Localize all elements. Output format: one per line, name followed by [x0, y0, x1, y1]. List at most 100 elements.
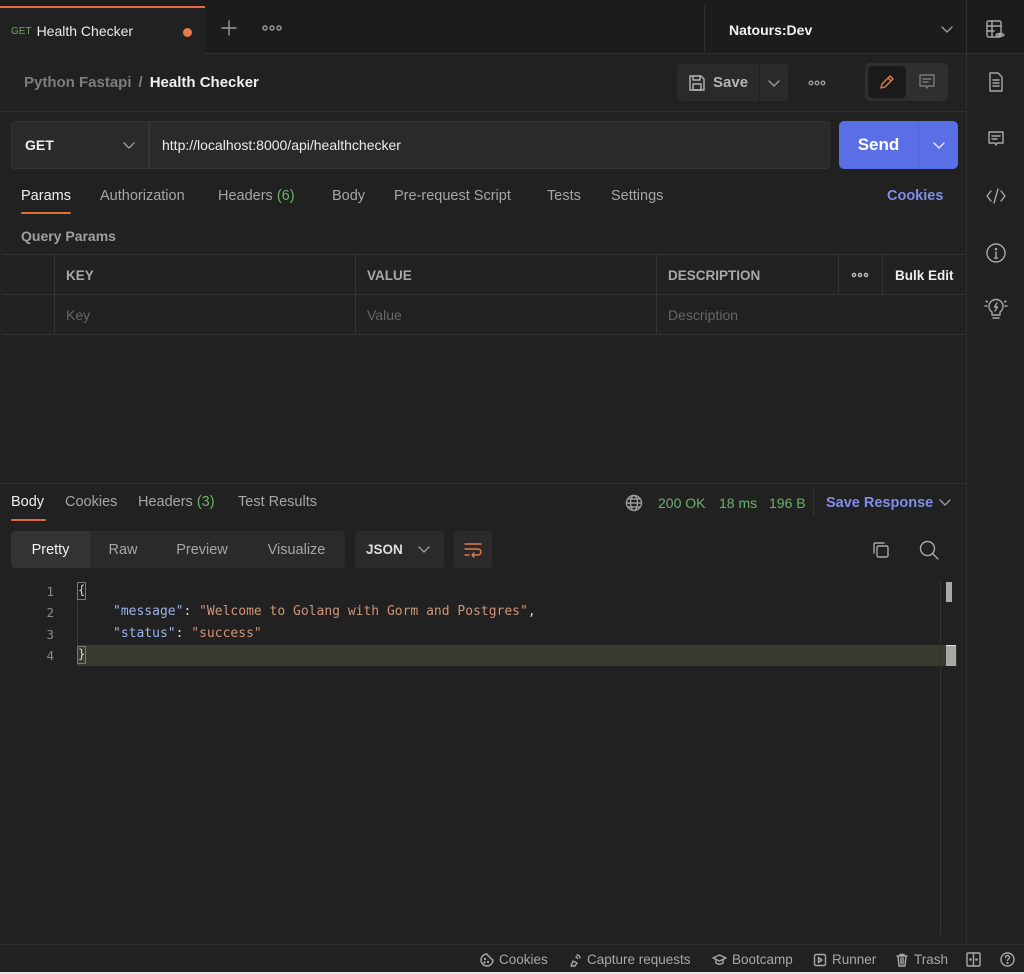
code-line: "message": "Welcome to Golang with Gorm …	[113, 604, 536, 619]
cookies-link[interactable]: Cookies	[887, 188, 943, 204]
url-input[interactable]: http://localhost:8000/api/healthchecker	[149, 121, 830, 169]
pane-resize-handle[interactable]	[0, 483, 966, 484]
tab-label: Body	[11, 494, 45, 510]
response-time[interactable]: 18 ms	[719, 495, 757, 511]
save-disk-icon	[689, 74, 705, 91]
bulk-edit-button[interactable]: Bulk Edit	[882, 255, 966, 295]
breadcrumb-collection[interactable]: Python Fastapi	[24, 74, 132, 91]
breadcrumb-separator: /	[138, 74, 143, 91]
view-pretty-button[interactable]: Pretty	[11, 531, 90, 568]
comment-mode-button[interactable]	[908, 66, 946, 98]
indent-guide	[77, 601, 78, 645]
json-punctuation: ,	[527, 604, 536, 619]
breadcrumb: Python Fastapi / Health Checker	[24, 74, 259, 91]
breadcrumb-request-name[interactable]: Health Checker	[150, 74, 259, 91]
query-params-table: KEY VALUE DESCRIPTION Bulk Edit Key Valu…	[2, 254, 966, 335]
tab-pre-request-script[interactable]: Pre-request Script	[394, 188, 511, 204]
request-more-options-button[interactable]	[803, 72, 831, 94]
tab-authorization[interactable]: Authorization	[100, 188, 185, 204]
comment-icon	[988, 131, 1004, 146]
description-input[interactable]: Description	[656, 295, 966, 335]
tab-label: Cookies	[65, 494, 118, 510]
tab-method-badge: GET	[11, 25, 32, 37]
bootcamp-button[interactable]: Bootcamp	[712, 952, 793, 967]
save-response-button[interactable]: Save Response	[826, 495, 933, 511]
environment-select[interactable]: Natours:Dev	[704, 6, 966, 54]
tab-label: Headers	[138, 494, 193, 510]
tab-label: Tests	[547, 188, 581, 204]
new-tab-button[interactable]	[218, 17, 240, 39]
search-button[interactable]	[918, 539, 940, 564]
code-line: {	[77, 582, 86, 600]
tab-tests[interactable]: Tests	[547, 188, 581, 204]
active-line-highlight	[77, 645, 957, 666]
save-button[interactable]: Save	[677, 64, 759, 101]
response-format-select[interactable]: JSON	[355, 531, 444, 568]
tab-settings[interactable]: Settings	[611, 188, 663, 204]
documentation-button[interactable]	[984, 70, 1008, 94]
statusbar-cookies-button[interactable]: Cookies	[480, 952, 548, 967]
json-string-value: "Welcome to Golang with Gorm and Postgre…	[199, 604, 528, 619]
network-info-button[interactable]	[625, 494, 643, 515]
copy-button[interactable]	[870, 539, 892, 564]
ellipsis-icon	[808, 80, 826, 86]
response-tab-test-results[interactable]: Test Results	[238, 494, 317, 510]
capture-requests-button[interactable]: Capture requests	[568, 952, 691, 967]
statusbar-label: Cookies	[499, 952, 548, 967]
column-options-button[interactable]	[838, 255, 882, 295]
right-sidebar	[966, 0, 1024, 944]
editor-scrollbar-thumb[interactable]	[946, 582, 952, 602]
code-snippet-button[interactable]	[984, 184, 1008, 208]
response-tab-body[interactable]: Body	[11, 494, 44, 510]
send-options-dropdown[interactable]	[919, 121, 958, 169]
document-icon	[989, 72, 1003, 92]
wrap-lines-button[interactable]	[454, 531, 492, 568]
request-tab-health-checker[interactable]: GET Health Checker	[0, 6, 205, 54]
response-tab-cookies[interactable]: Cookies	[65, 494, 117, 510]
trash-button[interactable]: Trash	[895, 952, 948, 967]
chevron-down-icon	[418, 546, 430, 553]
play-icon	[813, 953, 827, 966]
http-method-select[interactable]: GET	[11, 121, 149, 169]
capture-icon	[570, 953, 581, 967]
view-visualize-button[interactable]: Visualize	[248, 531, 345, 568]
info-button[interactable]	[984, 241, 1008, 265]
ellipsis-icon	[851, 272, 869, 278]
lightbulb-icon	[984, 298, 1008, 319]
send-button[interactable]: Send	[839, 121, 919, 169]
save-response-dropdown[interactable]	[938, 495, 952, 512]
line-number: 4	[46, 648, 54, 663]
table-header-row: KEY VALUE DESCRIPTION Bulk Edit	[2, 255, 966, 295]
save-options-dropdown[interactable]	[760, 64, 788, 101]
statusbar-label: Capture requests	[587, 952, 691, 967]
editor-scrollbar-track[interactable]	[940, 580, 941, 935]
statusbar-label: Runner	[832, 952, 877, 967]
line-number: 3	[46, 627, 54, 642]
environment-quick-look-button[interactable]	[984, 18, 1008, 42]
comments-button[interactable]	[984, 127, 1008, 151]
two-pane-view-button[interactable]	[966, 952, 986, 967]
help-button[interactable]	[1000, 952, 1020, 967]
tab-params[interactable]: Params	[21, 188, 71, 204]
view-raw-button[interactable]: Raw	[90, 531, 156, 568]
json-key: "status"	[113, 626, 176, 641]
json-key: "message"	[113, 604, 184, 619]
value-input[interactable]: Value	[355, 295, 656, 335]
view-preview-button[interactable]: Preview	[156, 531, 248, 568]
response-tab-headers[interactable]: Headers (3)	[138, 494, 215, 510]
edit-mode-button[interactable]	[868, 66, 906, 98]
pencil-icon	[880, 75, 894, 89]
response-size[interactable]: 196 B	[769, 495, 806, 511]
chevron-down-icon	[941, 26, 953, 33]
tab-headers[interactable]: Headers (6)	[218, 188, 295, 204]
runner-button[interactable]: Runner	[813, 952, 876, 967]
status-code[interactable]: 200 OK	[658, 495, 705, 511]
tab-options-button[interactable]	[260, 17, 284, 39]
tab-label: Params	[21, 188, 71, 204]
suggestions-button[interactable]	[984, 297, 1008, 321]
tab-body[interactable]: Body	[332, 188, 365, 204]
key-input[interactable]: Key	[54, 295, 355, 335]
save-label: Save	[713, 74, 749, 91]
headers-count-badge: (6)	[276, 188, 295, 204]
globe-icon	[625, 494, 643, 512]
